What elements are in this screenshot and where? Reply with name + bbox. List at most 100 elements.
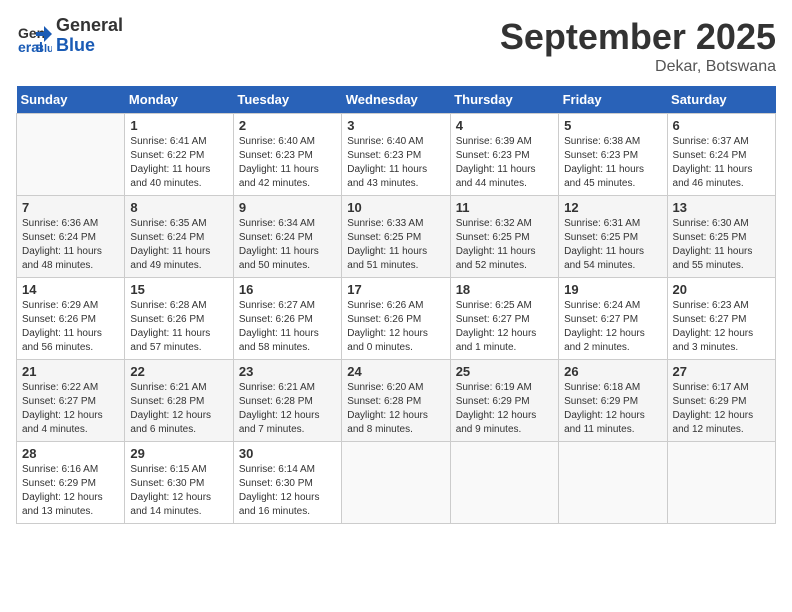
day-number: 6 xyxy=(673,118,770,133)
day-info: Sunrise: 6:33 AMSunset: 6:25 PMDaylight:… xyxy=(347,217,444,273)
day-number: 20 xyxy=(673,282,770,297)
weekday-header-saturday: Saturday xyxy=(667,86,775,114)
weekday-header-monday: Monday xyxy=(125,86,233,114)
logo-icon: Gen eral Blue xyxy=(16,18,52,54)
day-info: Sunrise: 6:30 AMSunset: 6:25 PMDaylight:… xyxy=(673,217,770,273)
day-info: Sunrise: 6:37 AMSunset: 6:24 PMDaylight:… xyxy=(673,135,770,191)
calendar-cell: 24Sunrise: 6:20 AMSunset: 6:28 PMDayligh… xyxy=(342,360,450,442)
logo-line1: General xyxy=(56,15,123,35)
calendar-cell: 15 Sunrise: 6:28 AMSunset: 6:26 PMDayligh… xyxy=(125,278,233,360)
day-info: Sunrise: 6:29 AMSunset: 6:26 PMDaylight:… xyxy=(22,299,119,355)
day-info: Sunrise: 6:41 AMSunset: 6:22 PMDaylight:… xyxy=(130,135,227,191)
day-info: Sunrise: 6:23 AMSunset: 6:27 PMDaylight:… xyxy=(673,299,770,355)
day-number: 11 xyxy=(456,200,553,215)
calendar-cell: 1 Sunrise: 6:41 AMSunset: 6:22 PMDaylight… xyxy=(125,114,233,196)
day-info: Sunrise: 6:27 AMSunset: 6:26 PMDaylight:… xyxy=(239,299,336,355)
day-info: Sunrise: 6:20 AMSunset: 6:28 PMDaylight:… xyxy=(347,381,444,437)
day-info: Sunrise: 6:35 AMSunset: 6:24 PMDaylight:… xyxy=(130,217,227,273)
day-info: Sunrise: 6:28 AMSunset: 6:26 PMDaylight:… xyxy=(130,299,227,355)
day-info: Sunrise: 6:36 AMSunset: 6:24 PMDaylight:… xyxy=(22,217,119,273)
calendar-cell: 21 Sunrise: 6:22 AMSunset: 6:27 PMDayligh… xyxy=(17,360,125,442)
day-info: Sunrise: 6:40 AMSunset: 6:23 PMDaylight:… xyxy=(239,135,336,191)
day-info: Sunrise: 6:40 AMSunset: 6:23 PMDaylight:… xyxy=(347,135,444,191)
calendar-cell: 10 Sunrise: 6:33 AMSunset: 6:25 PMDayligh… xyxy=(342,196,450,278)
calendar-cell xyxy=(450,442,558,524)
day-number: 8 xyxy=(130,200,227,215)
calendar-cell: 25Sunrise: 6:19 AMSunset: 6:29 PMDayligh… xyxy=(450,360,558,442)
calendar-cell: 16Sunrise: 6:27 AMSunset: 6:26 PMDayligh… xyxy=(233,278,341,360)
calendar-cell: 5 Sunrise: 6:38 AMSunset: 6:23 PMDaylight… xyxy=(559,114,667,196)
day-info: Sunrise: 6:32 AMSunset: 6:25 PMDaylight:… xyxy=(456,217,553,273)
week-row-1: 7 Sunrise: 6:36 AMSunset: 6:24 PMDaylight… xyxy=(17,196,776,278)
day-info: Sunrise: 6:21 AMSunset: 6:28 PMDaylight:… xyxy=(130,381,227,437)
day-info: Sunrise: 6:18 AMSunset: 6:29 PMDaylight:… xyxy=(564,381,661,437)
calendar-cell xyxy=(17,114,125,196)
calendar-cell: 6 Sunrise: 6:37 AMSunset: 6:24 PMDaylight… xyxy=(667,114,775,196)
weekday-header-row: SundayMondayTuesdayWednesdayThursdayFrid… xyxy=(17,86,776,114)
calendar-cell xyxy=(559,442,667,524)
logo: Gen eral Blue General Blue xyxy=(16,16,123,56)
day-number: 10 xyxy=(347,200,444,215)
day-number: 12 xyxy=(564,200,661,215)
calendar-cell: 28 Sunrise: 6:16 AMSunset: 6:29 PMDayligh… xyxy=(17,442,125,524)
day-number: 1 xyxy=(130,118,227,133)
calendar-cell: 20 Sunrise: 6:23 AMSunset: 6:27 PMDayligh… xyxy=(667,278,775,360)
day-number: 7 xyxy=(22,200,119,215)
day-info: Sunrise: 6:31 AMSunset: 6:25 PMDaylight:… xyxy=(564,217,661,273)
calendar-cell: 2 Sunrise: 6:40 AMSunset: 6:23 PMDaylight… xyxy=(233,114,341,196)
day-number: 18 xyxy=(456,282,553,297)
calendar-cell xyxy=(342,442,450,524)
day-info: Sunrise: 6:17 AMSunset: 6:29 PMDaylight:… xyxy=(673,381,770,437)
calendar-cell: 30 Sunrise: 6:14 AMSunset: 6:30 PMDayligh… xyxy=(233,442,341,524)
day-info: Sunrise: 6:24 AMSunset: 6:27 PMDaylight:… xyxy=(564,299,661,355)
calendar-cell: 4Sunrise: 6:39 AMSunset: 6:23 PMDaylight… xyxy=(450,114,558,196)
day-number: 30 xyxy=(239,446,336,461)
calendar-cell xyxy=(667,442,775,524)
day-number: 9 xyxy=(239,200,336,215)
day-number: 23 xyxy=(239,364,336,379)
day-info: Sunrise: 6:38 AMSunset: 6:23 PMDaylight:… xyxy=(564,135,661,191)
month-title: September 2025 xyxy=(500,16,776,58)
day-number: 17 xyxy=(347,282,444,297)
day-number: 21 xyxy=(22,364,119,379)
calendar-cell: 18Sunrise: 6:25 AMSunset: 6:27 PMDayligh… xyxy=(450,278,558,360)
calendar-cell: 11 Sunrise: 6:32 AMSunset: 6:25 PMDayligh… xyxy=(450,196,558,278)
calendar-cell: 29Sunrise: 6:15 AMSunset: 6:30 PMDayligh… xyxy=(125,442,233,524)
calendar-cell: 13Sunrise: 6:30 AMSunset: 6:25 PMDayligh… xyxy=(667,196,775,278)
weekday-header-friday: Friday xyxy=(559,86,667,114)
day-number: 22 xyxy=(130,364,227,379)
calendar-cell: 17 Sunrise: 6:26 AMSunset: 6:26 PMDayligh… xyxy=(342,278,450,360)
day-info: Sunrise: 6:19 AMSunset: 6:29 PMDaylight:… xyxy=(456,381,553,437)
weekday-header-thursday: Thursday xyxy=(450,86,558,114)
day-number: 4 xyxy=(456,118,553,133)
calendar-cell: 22 Sunrise: 6:21 AMSunset: 6:28 PMDayligh… xyxy=(125,360,233,442)
calendar-cell: 26Sunrise: 6:18 AMSunset: 6:29 PMDayligh… xyxy=(559,360,667,442)
logo-line2: Blue xyxy=(56,35,95,55)
calendar-cell: 7 Sunrise: 6:36 AMSunset: 6:24 PMDaylight… xyxy=(17,196,125,278)
day-info: Sunrise: 6:21 AMSunset: 6:28 PMDaylight:… xyxy=(239,381,336,437)
week-row-2: 14 Sunrise: 6:29 AMSunset: 6:26 PMDayligh… xyxy=(17,278,776,360)
calendar-cell: 12 Sunrise: 6:31 AMSunset: 6:25 PMDayligh… xyxy=(559,196,667,278)
svg-text:Blue: Blue xyxy=(36,43,52,54)
day-info: Sunrise: 6:16 AMSunset: 6:29 PMDaylight:… xyxy=(22,463,119,519)
calendar-table: SundayMondayTuesdayWednesdayThursdayFrid… xyxy=(16,86,776,524)
day-number: 15 xyxy=(130,282,227,297)
day-info: Sunrise: 6:22 AMSunset: 6:27 PMDaylight:… xyxy=(22,381,119,437)
day-number: 2 xyxy=(239,118,336,133)
calendar-cell: 14 Sunrise: 6:29 AMSunset: 6:26 PMDayligh… xyxy=(17,278,125,360)
calendar-cell: 9Sunrise: 6:34 AMSunset: 6:24 PMDaylight… xyxy=(233,196,341,278)
title-block: September 2025 Dekar, Botswana xyxy=(500,16,776,76)
calendar-cell: 3 Sunrise: 6:40 AMSunset: 6:23 PMDaylight… xyxy=(342,114,450,196)
week-row-3: 21 Sunrise: 6:22 AMSunset: 6:27 PMDayligh… xyxy=(17,360,776,442)
day-number: 28 xyxy=(22,446,119,461)
day-number: 5 xyxy=(564,118,661,133)
calendar-cell: 23 Sunrise: 6:21 AMSunset: 6:28 PMDayligh… xyxy=(233,360,341,442)
week-row-4: 28 Sunrise: 6:16 AMSunset: 6:29 PMDayligh… xyxy=(17,442,776,524)
day-info: Sunrise: 6:26 AMSunset: 6:26 PMDaylight:… xyxy=(347,299,444,355)
day-number: 14 xyxy=(22,282,119,297)
day-info: Sunrise: 6:14 AMSunset: 6:30 PMDaylight:… xyxy=(239,463,336,519)
calendar-cell: 19Sunrise: 6:24 AMSunset: 6:27 PMDayligh… xyxy=(559,278,667,360)
day-number: 3 xyxy=(347,118,444,133)
week-row-0: 1 Sunrise: 6:41 AMSunset: 6:22 PMDaylight… xyxy=(17,114,776,196)
calendar-cell: 8 Sunrise: 6:35 AMSunset: 6:24 PMDaylight… xyxy=(125,196,233,278)
